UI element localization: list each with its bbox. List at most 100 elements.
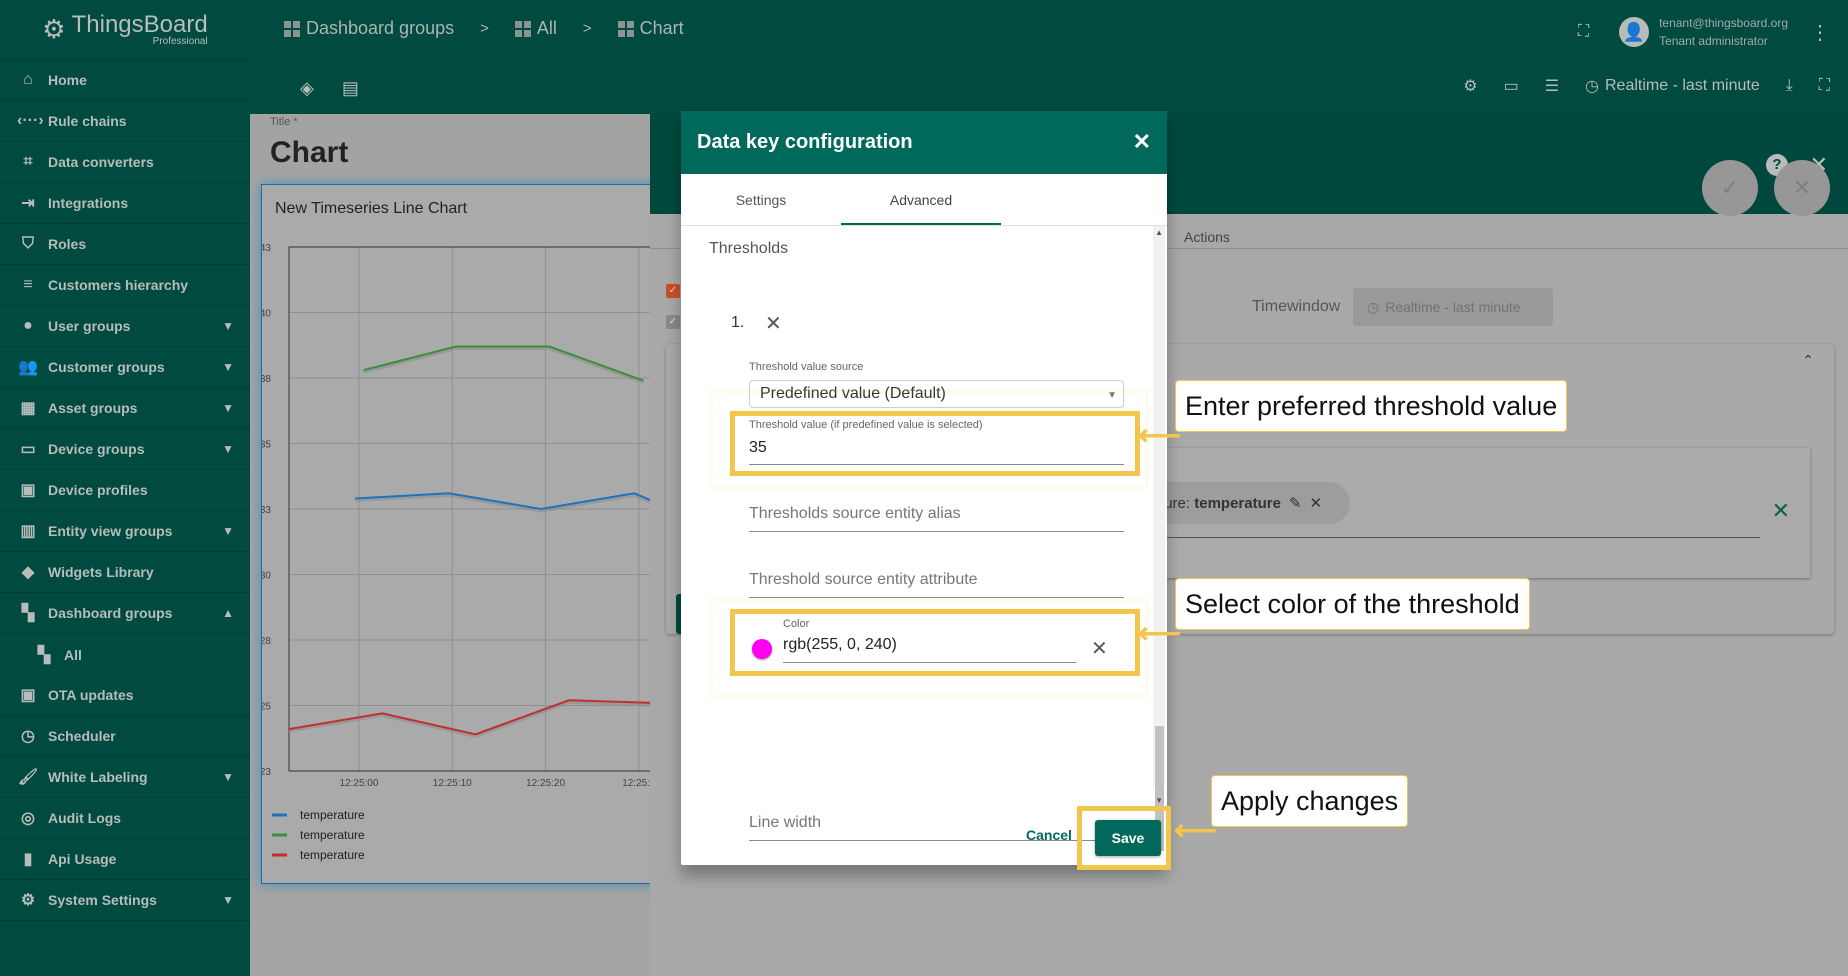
value-source-select[interactable]: Predefined value (Default) ▼ (749, 380, 1124, 408)
sidebar-item-ota-updates[interactable]: ▣ OTA updates (0, 675, 250, 716)
chevron-down-icon[interactable]: ▼ (222, 524, 234, 538)
remove-datasource-icon[interactable]: ✕ (1772, 498, 1790, 524)
layers-icon[interactable]: ◈ (300, 78, 314, 99)
sidebar-item-api-usage[interactable]: ▮ Api Usage (0, 839, 250, 880)
tab-advanced[interactable]: Advanced (841, 174, 1001, 225)
timewindow-label: Timewindow (1252, 298, 1341, 315)
crop-icon: ⌗ (23, 153, 33, 170)
line-chart: 43 40 38 35 33 30 28 25 23 12:25:00 12:25:10 12:25:… (262, 243, 662, 862)
input-icon: ⇥ (21, 195, 35, 212)
user-email: tenant@thingsboard.org (1659, 16, 1788, 30)
checkbox-checked[interactable]: ✓ (666, 315, 680, 329)
sidebar-item-customer-groups[interactable]: 👥 Customer groups ▼ (0, 347, 250, 388)
sidebar-item-user-groups[interactable]: ● User groups ▼ (0, 306, 250, 347)
sidebar-item-integrations[interactable]: ⇥ Integrations (0, 183, 250, 224)
input-underline (749, 464, 1124, 465)
entity-alias-input[interactable]: Thresholds source entity alias (749, 505, 961, 523)
sidebar-item-system-settings[interactable]: ⚙ System Settings ▼ (0, 880, 250, 921)
clear-color-icon[interactable]: ✕ (1091, 636, 1108, 661)
more-vert-icon[interactable]: ⋮ (1810, 20, 1830, 45)
chevron-down-icon[interactable]: ▼ (222, 360, 234, 374)
edit-icon[interactable]: ✎ (1289, 494, 1302, 512)
chevron-down-icon[interactable]: ▼ (222, 770, 234, 784)
sidebar-item-entity-view-groups[interactable]: ▥ Entity view groups ▼ (0, 511, 250, 552)
download-icon[interactable]: ⤓ (1786, 77, 1793, 95)
view-quilt-icon: ▥ (20, 523, 36, 540)
timewindow-button[interactable]: ◷ Realtime - last minute (1353, 288, 1553, 326)
color-input[interactable]: rgb(255, 0, 240) (783, 636, 897, 654)
sidebar-item-device-profiles[interactable]: ▣ Device profiles (0, 470, 250, 511)
y-tick-label: 38 (262, 374, 271, 385)
sidebar-item-roles[interactable]: ⛉ Roles (0, 224, 250, 265)
threshold-value-input[interactable]: 35 (749, 439, 767, 457)
callout-threshold-color: Select color of the threshold (1175, 578, 1530, 630)
chevron-down-icon[interactable]: ▼ (222, 401, 234, 415)
sidebar-item-all[interactable]: ▚ All (0, 634, 250, 675)
input-underline (749, 531, 1124, 532)
chart-widget[interactable]: New Timeseries Line Chart 43 40 38 35 33 30 28… (261, 184, 662, 884)
decline-fab-button[interactable]: ✕ (1774, 160, 1830, 216)
fullscreen-icon[interactable]: ⛶ (1819, 77, 1830, 95)
sidebar-item-scheduler[interactable]: ◷ Scheduler (0, 716, 250, 757)
fullscreen-icon[interactable]: ⛶ (1578, 23, 1589, 41)
sidebar-item-white-labeling[interactable]: 🖌 White Labeling ▼ (0, 757, 250, 798)
timewindow-button[interactable]: ◷ Realtime - last minute (1585, 76, 1760, 96)
dialog-title: Data key configuration (697, 131, 913, 153)
color-swatch[interactable] (752, 639, 772, 659)
dashboard-toolbar-right: ⚙ ▭ ☰ ◷ Realtime - last minute ⤓ ⛶ (1463, 76, 1830, 96)
sidebar-item-audit-logs[interactable]: ◎ Audit Logs (0, 798, 250, 839)
logo[interactable]: ⚙ ThingsBoard Professional (0, 0, 250, 60)
breadcrumb-all[interactable]: All (514, 18, 557, 39)
dialog-body: ▲ Thresholds 1. ✕ Threshold value source… (681, 226, 1167, 865)
chevron-up-icon[interactable]: ⌃ (1802, 352, 1814, 369)
sidebar-item-asset-groups[interactable]: ▦ Asset groups ▼ (0, 388, 250, 429)
chevron-down-icon[interactable]: ▼ (222, 442, 234, 456)
chevron-down-icon[interactable]: ▼ (222, 319, 234, 333)
chevron-up-icon[interactable]: ▲ (222, 606, 234, 620)
sidebar-item-device-groups[interactable]: ▭ Device groups ▼ (0, 429, 250, 470)
scroll-down-icon[interactable]: ▼ (1155, 796, 1163, 805)
checkbox-checked[interactable]: ✓ (666, 284, 680, 298)
thingsboard-logo-icon: ⚙ (42, 14, 66, 44)
apply-fab-button[interactable]: ✓ (1702, 160, 1758, 216)
chevron-down-icon[interactable]: ▼ (222, 893, 234, 907)
sidebar-item-dashboard-groups[interactable]: ▚ Dashboard groups ▲ (0, 593, 250, 634)
dashboard-icon (514, 20, 531, 37)
entity-attribute-input[interactable]: Threshold source entity attribute (749, 571, 978, 589)
tab-settings[interactable]: Settings (681, 174, 841, 225)
sidebar-item-data-converters[interactable]: ⌗ Data converters (0, 142, 250, 183)
title-label: Title * (270, 116, 298, 128)
settings-icon[interactable]: ⚙ (1463, 76, 1477, 96)
sidebar-item-rule-chains[interactable]: ‹···› Rule chains (0, 101, 250, 142)
highlight-glow (709, 598, 1149, 698)
y-tick-label: 35 (262, 440, 271, 451)
x-tick-label: 12:25:00 (340, 778, 379, 789)
scrollbar[interactable] (1153, 226, 1165, 786)
datakeys-card: 〰 temperature: temperature ✎ ✕ ✕ (1070, 448, 1810, 578)
chip-input-underline (1070, 537, 1760, 538)
sidebar-item-widgets-library[interactable]: ◆ Widgets Library (0, 552, 250, 593)
line-width-input[interactable]: Line width (749, 814, 821, 832)
avatar[interactable]: 👤 (1619, 17, 1650, 47)
view-compact-icon[interactable]: ▤ (342, 78, 359, 99)
sidebar-item-label: Home (48, 72, 87, 88)
breadcrumb-chart: Chart (617, 18, 684, 39)
dashboard-title-field[interactable]: Title * Chart (250, 114, 650, 176)
scroll-up-icon[interactable]: ▲ (1155, 228, 1163, 237)
remove-threshold-icon[interactable]: ✕ (765, 311, 782, 336)
input-underline (783, 662, 1076, 663)
sidebar-item-home[interactable]: ⌂ Home (0, 60, 250, 101)
track-changes-icon: ◎ (21, 810, 35, 827)
tab-actions[interactable]: Actions (1184, 229, 1230, 245)
devices-icon[interactable]: ▭ (1504, 76, 1519, 96)
cancel-button[interactable]: Cancel (1026, 827, 1072, 843)
remove-chip-icon[interactable]: ✕ (1310, 494, 1323, 512)
close-icon[interactable]: ✕ (1133, 129, 1151, 155)
breadcrumb-dashboard-groups[interactable]: Dashboard groups (284, 18, 454, 39)
filter-icon[interactable]: ☰ (1545, 76, 1559, 96)
callout-threshold-value: Enter preferred threshold value (1175, 380, 1568, 432)
sidebar-item-customers-hierarchy[interactable]: ≡ Customers hierarchy (0, 265, 250, 306)
sidebar-item-label: Widgets Library (48, 564, 154, 580)
sidebar-item-label: White Labeling (48, 769, 148, 785)
dialog-tabs: Settings Advanced (681, 174, 1167, 226)
